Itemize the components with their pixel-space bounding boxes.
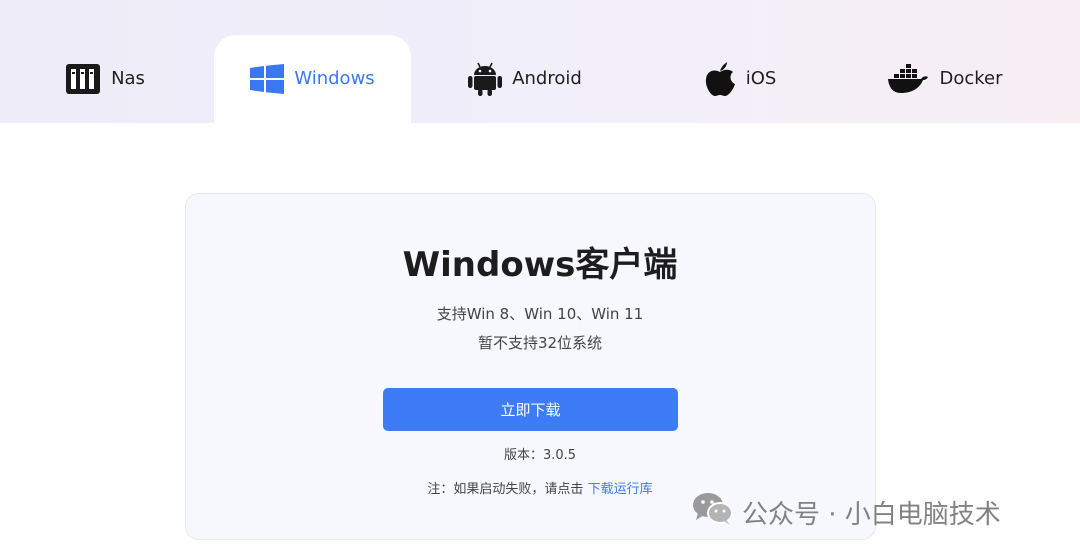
tab-android[interactable]: Android [455, 35, 595, 123]
tab-label-nas: Nas [111, 68, 145, 89]
version-text: 版本：3.0.5 [503, 448, 577, 463]
android-robot-icon [468, 61, 503, 97]
supported-os-text: 支持Win 8、Win 10、Win 11 [436, 305, 644, 323]
tab-label-docker: Docker [939, 68, 1003, 89]
watermark-text: 公众号 · 小白电脑技术 [742, 499, 1001, 530]
download-runtime-link[interactable]: 下载运行库 [588, 482, 653, 497]
card-title: Windows客户端 [402, 245, 678, 285]
unsupported-note-text: 暂不支持32位系统 [477, 334, 603, 352]
tab-ios[interactable]: iOS [690, 35, 790, 123]
download-button[interactable]: 立即下载 [383, 388, 678, 431]
tab-label-ios: iOS [745, 68, 777, 89]
runtime-note-text: 注：如果启动失败，请点击 [427, 482, 588, 497]
tab-docker[interactable]: Docker [880, 35, 1010, 123]
wechat-icon [692, 491, 734, 534]
apple-logo-icon [704, 61, 736, 97]
tab-label-android: Android [512, 68, 582, 89]
tab-nas[interactable]: Nas [40, 35, 170, 123]
docker-whale-icon [887, 64, 929, 94]
tab-label-windows: Windows [294, 68, 375, 89]
tab-windows[interactable]: Windows [214, 35, 411, 123]
windows-logo-icon [250, 64, 285, 94]
nas-server-icon [65, 63, 101, 95]
watermark: 公众号 · 小白电脑技术 [692, 492, 1001, 532]
platform-tab-bar: Nas Windows Android iOS Docker [0, 0, 1080, 123]
